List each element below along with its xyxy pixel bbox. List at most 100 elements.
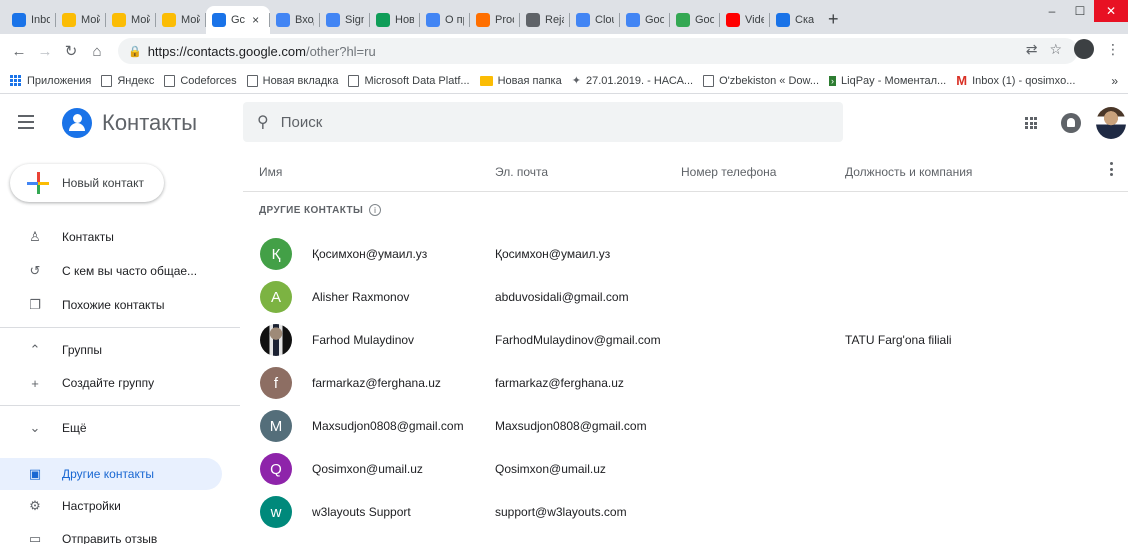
sidebar-item[interactable]: ▭ Отправить отзыв — [0, 523, 222, 544]
bookmark-item[interactable]: Яндекс — [101, 74, 154, 87]
drive-icon — [62, 13, 76, 27]
contact-email: abduvosidali@gmail.com — [495, 290, 629, 304]
contact-row[interactable]: Farhod Mulaydinov FarhodMulaydinov@gmail.… — [243, 320, 1128, 361]
close-window-icon[interactable]: ✕ — [1094, 0, 1128, 22]
column-header-phone[interactable]: Номер телефона — [681, 153, 776, 191]
search-input[interactable] — [280, 113, 781, 131]
bookmarks-overflow-icon[interactable]: » — [1111, 74, 1118, 88]
browser-tab[interactable]: Inbox — [6, 6, 56, 34]
bookmark-label: Microsoft Data Platf... — [364, 74, 470, 87]
drive-icon — [112, 13, 126, 27]
more-options-icon[interactable] — [1110, 162, 1114, 176]
bookmark-item[interactable]: Новая вкладка — [246, 74, 338, 87]
lock-icon: 🔒 — [128, 45, 142, 58]
contact-row[interactable]: f farmarkaz@ferghana.uz farmarkaz@ferghana… — [243, 363, 1128, 404]
contact-row[interactable]: Q Qosimxon@umail.uz Qosimxon@umail.uz — [243, 449, 1128, 490]
sidebar-item-label: Создайте группу — [62, 376, 155, 390]
bookmark-item[interactable]: Codeforces — [164, 74, 237, 87]
browser-tab[interactable]: Мой д — [106, 6, 156, 34]
sidebar-item[interactable]: ⌄ Ещё — [0, 412, 222, 444]
contact-row[interactable]: Қ Қосимхон@умаил.уз Қосимхон@умаил.уз — [243, 234, 1128, 275]
page-icon — [164, 74, 176, 87]
back-arrow-icon[interactable]: ← — [8, 40, 30, 62]
video-icon — [726, 13, 740, 27]
address-bar[interactable]: 🔒 https://contacts.google.com/other?hl=r… — [118, 38, 1078, 64]
info-icon[interactable]: i — [369, 204, 382, 216]
bookmark-item[interactable]: › LiqPay - Моментал... — [829, 75, 946, 87]
notifications-icon[interactable] — [1061, 113, 1081, 133]
browser-tab[interactable]: Rejala — [520, 6, 570, 34]
browser-tab[interactable]: Googl — [620, 6, 670, 34]
sidebar-item[interactable]: ⚙ Настройки — [0, 490, 222, 522]
main-menu-icon[interactable] — [18, 115, 34, 129]
page-icon — [348, 74, 360, 87]
profile-avatar[interactable] — [1074, 39, 1094, 59]
column-header-email[interactable]: Эл. почта — [495, 153, 548, 191]
sidebar-item[interactable]: ❐ Похожие контакты — [0, 289, 222, 321]
browser-tab[interactable]: О про — [420, 6, 470, 34]
reload-icon[interactable]: ↻ — [60, 40, 82, 62]
browser-tab[interactable]: Produ — [470, 6, 520, 34]
forward-arrow-icon[interactable]: → — [34, 40, 56, 62]
browser-tab[interactable]: Video — [720, 6, 770, 34]
sidebar-item[interactable]: ♙ Контакты — [0, 221, 222, 253]
browser-tab[interactable]: Вход — [270, 6, 320, 34]
url-host: https://contacts.google.com — [147, 43, 306, 59]
contact-avatar: f — [260, 367, 292, 399]
new-tab-button[interactable]: + — [820, 9, 847, 34]
bookmark-item[interactable]: Приложения — [10, 74, 91, 87]
contact-row[interactable]: M Maxsudjon0808@gmail.com Maxsudjon0808@gm… — [243, 406, 1128, 447]
browser-tab[interactable]: Gc × — [206, 6, 270, 34]
contact-name: Farhod Mulaydinov — [312, 333, 415, 347]
contact-email: support@w3layouts.com — [495, 505, 627, 519]
search-box[interactable]: ⚲ — [243, 102, 843, 142]
search-icon[interactable]: ⚲ — [257, 112, 269, 132]
bookmark-item[interactable]: ✦ 27.01.2019. - НАСА... — [572, 74, 693, 88]
rejala-icon — [526, 13, 540, 27]
sidebar: Новый контакт ♙ Контакты ↺ С кем вы часто о… — [0, 153, 240, 544]
sidebar-item[interactable]: + Создайте группу — [0, 367, 222, 399]
minimize-icon[interactable]: – — [1038, 0, 1066, 22]
google-apps-icon[interactable] — [1025, 117, 1037, 129]
sidebar-item[interactable]: ↺ С кем вы часто общае... — [0, 255, 222, 287]
contact-name: Қосимхон@умаил.уз — [312, 247, 428, 261]
tab-title: Мой д — [131, 14, 150, 26]
column-header-job[interactable]: Должность и компания — [845, 153, 972, 191]
chevron-down-icon: ⌄ — [29, 420, 41, 435]
bookmark-item[interactable]: Новая папка — [479, 75, 562, 87]
column-header-name[interactable]: Имя — [259, 153, 282, 191]
tab-title: Googl — [695, 14, 714, 26]
sidebar-item-label: Группы — [62, 343, 102, 357]
contact-email: FarhodMulaydinov@gmail.com — [495, 333, 661, 347]
contact-name: Alisher Raxmonov — [312, 290, 410, 304]
bookmark-item[interactable]: M Inbox (1) - qosimxo... — [956, 73, 1075, 88]
tab-title: Вход — [295, 14, 314, 26]
tab-title: Мой д — [181, 14, 200, 26]
bookmark-item[interactable]: Microsoft Data Platf... — [348, 74, 470, 87]
account-avatar[interactable] — [1096, 107, 1126, 139]
sidebar-item[interactable]: ▣ Другие контакты — [0, 458, 222, 490]
bookmark-star-icon[interactable]: ☆ — [1049, 41, 1062, 58]
browser-tab[interactable]: Googl — [670, 6, 720, 34]
sidebar-item[interactable]: ⌃ Группы — [0, 334, 222, 366]
translate-icon[interactable]: ⇄ — [1026, 41, 1038, 58]
new-contact-button[interactable]: Новый контакт — [10, 164, 164, 202]
contact-row[interactable]: A Alisher Raxmonov abduvosidali@gmail.com — [243, 277, 1128, 318]
plus-icon: + — [31, 375, 39, 391]
bookmark-item[interactable]: O'zbekiston « Dow... — [703, 74, 819, 87]
browser-tab[interactable]: Новая — [370, 6, 420, 34]
browser-tab[interactable]: Скача — [770, 6, 820, 34]
contact-email: Qosimxon@umail.uz — [495, 462, 606, 476]
close-tab-icon[interactable]: × — [252, 13, 259, 27]
bookmarks-bar: Приложения Яндекс Codeforces Новая вкладка M… — [0, 68, 1128, 94]
maximize-icon[interactable]: ☐ — [1066, 0, 1094, 22]
browser-tab[interactable]: Мой д — [156, 6, 206, 34]
home-icon[interactable]: ⌂ — [86, 40, 108, 62]
browser-menu-icon[interactable]: ⋮ — [1106, 41, 1120, 58]
browser-tab[interactable]: Sign i — [320, 6, 370, 34]
contact-row[interactable]: w w3layouts Support support@w3layouts.com — [243, 492, 1128, 533]
tab-title: Cloud — [595, 14, 614, 26]
browser-tab[interactable]: Мой д — [56, 6, 106, 34]
archive-icon: ▣ — [28, 466, 42, 481]
browser-tab[interactable]: Cloud — [570, 6, 620, 34]
